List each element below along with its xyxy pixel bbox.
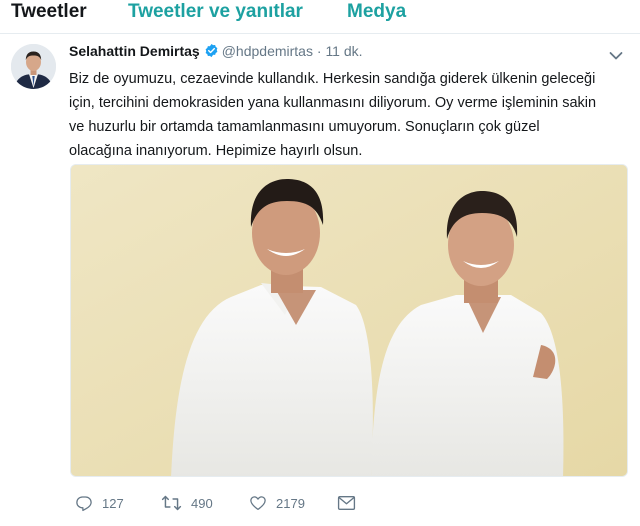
author-handle[interactable]: @hdpdemirtas [222,43,313,59]
meta-separator: · [316,43,322,59]
tweet-header: Selahattin Demirtaş @hdpdemirtas · 11 dk. [69,43,609,63]
verified-badge-icon [204,43,219,58]
tweet-photo[interactable] [70,164,628,477]
tweet-actions: 127 490 2179 [69,491,469,515]
profile-tabs: Tweetler Tweetler ve yanıtlar Medya [0,0,640,30]
envelope-icon [337,495,356,511]
tab-tweets-and-replies[interactable]: Tweetler ve yanıtlar [128,1,303,23]
avatar[interactable] [11,44,56,89]
chevron-down-icon[interactable] [609,48,623,60]
like-button[interactable]: 2179 [249,491,305,515]
retweet-count: 490 [191,495,213,511]
tweet-timestamp[interactable]: 11 dk. [325,43,362,59]
retweet-icon [161,495,182,511]
tweet-text-line: olacağına inanıyorum. Hepimize hayırlı o… [69,143,363,159]
tab-tweets[interactable]: Tweetler [11,1,87,23]
tweet[interactable]: Selahattin Demirtaş @hdpdemirtas · 11 dk.… [0,34,640,526]
reply-icon [76,496,92,512]
reply-button[interactable]: 127 [75,491,124,515]
tweet-text-line: için, tercihini demokrasiden yana kullan… [69,95,597,111]
retweet-button[interactable]: 490 [161,491,213,515]
like-count: 2179 [276,495,305,511]
direct-message-button[interactable] [337,491,356,515]
heart-icon [250,496,266,511]
tab-media[interactable]: Medya [347,1,406,23]
tweet-text: Biz de oyumuzu, cezaevinde kullandık. He… [69,67,629,163]
tweet-text-line: Biz de oyumuzu, cezaevinde kullandık. He… [69,71,596,87]
tweet-text-line: ve huzurlu bir ortamda tamamlanmasını um… [69,119,540,135]
reply-count: 127 [102,495,124,511]
author-name[interactable]: Selahattin Demirtaş [69,43,200,59]
